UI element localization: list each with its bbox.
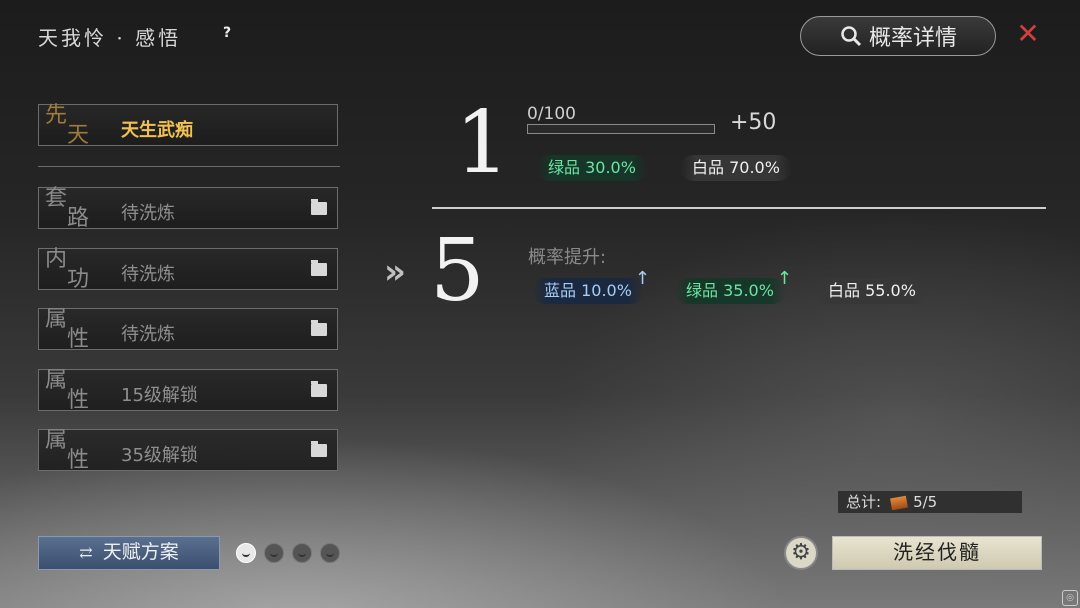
odds-badge-white: 白品 70.0% [680,155,792,181]
slot-big-char: 性 [67,448,90,473]
slot-big-char: 天 [67,123,90,148]
switch-icon: ⇄ [79,543,93,562]
progress-plus: +50 [730,110,777,135]
total-label: 总计: [846,493,882,511]
odds-badge-blue: 蓝品 10.0% ↑ [532,268,650,304]
up-arrow-icon: ↑ [634,268,650,289]
page-title: 天我怜 · 感悟 [38,26,182,50]
folder-icon[interactable] [311,381,327,397]
slot-attribute-2[interactable]: 属性 15级解锁 [38,369,338,413]
up-arrow-icon: ↑ [776,268,792,289]
progress-bar [527,124,715,134]
next-level: 5 [430,221,485,321]
wash-button[interactable]: 洗经伐髓 [832,536,1042,570]
odds-badge-green: 绿品 30.0% [536,155,648,181]
divider [432,207,1046,209]
slot-inner-skill[interactable]: 内功 待洗炼 [38,248,338,292]
total-counter: 总计: 5/5 [838,491,1022,513]
token-icon [890,495,908,510]
probability-details-label: 概率详情 [868,26,957,51]
gear-icon[interactable]: ⚙ [784,536,818,570]
slot-big-char: 功 [67,267,90,292]
odds-badge-white: 白品 55.0% [816,278,928,304]
slot-name: 35级解锁 [121,445,198,466]
odds-label: 绿品 35.0% [686,281,774,300]
folder-icon[interactable] [311,320,327,336]
slot-big-char: 性 [67,327,90,352]
help-icon[interactable]: ? [218,24,236,42]
close-icon[interactable]: ✕ [1014,20,1042,48]
current-level: 1 [455,93,510,193]
divider [38,166,340,167]
plan-dot[interactable] [236,543,256,563]
plan-dot[interactable] [320,543,340,563]
talent-plan-label: 天赋方案 [102,541,179,563]
folder-icon[interactable] [311,199,327,215]
slot-name: 待洗炼 [121,264,175,285]
search-icon [841,26,862,47]
slot-name: 待洗炼 [121,203,175,224]
slot-big-char: 路 [67,206,90,231]
slot-name: 待洗炼 [121,324,175,345]
slot-name: 15级解锁 [121,385,198,406]
probability-details-button[interactable]: 概率详情 [800,16,996,56]
slot-attribute-1[interactable]: 属性 待洗炼 [38,308,338,352]
folder-icon[interactable] [311,441,327,457]
odds-label: 蓝品 10.0% [544,281,632,300]
talent-plan-button[interactable]: ⇄ 天赋方案 [38,536,220,570]
plan-dot[interactable] [292,543,312,563]
corner-icon[interactable]: ◎ [1062,590,1078,606]
slot-big-char: 性 [67,388,90,413]
probability-boost-label: 概率提升: [528,247,607,268]
folder-icon[interactable] [311,260,327,276]
slot-innate[interactable]: 先天 天生武痴 [38,104,338,148]
plan-dot[interactable] [264,543,284,563]
slot-attribute-3[interactable]: 属性 35级解锁 [38,429,338,473]
total-value: 5/5 [913,493,938,511]
odds-badge-green: 绿品 35.0% ↑ [674,268,792,304]
slot-name: 天生武痴 [121,120,193,141]
plan-page-indicator [236,543,340,563]
progress-text: 0/100 [527,104,576,124]
slot-routine[interactable]: 套路 待洗炼 [38,187,338,231]
next-arrows-icon: » [384,252,406,292]
